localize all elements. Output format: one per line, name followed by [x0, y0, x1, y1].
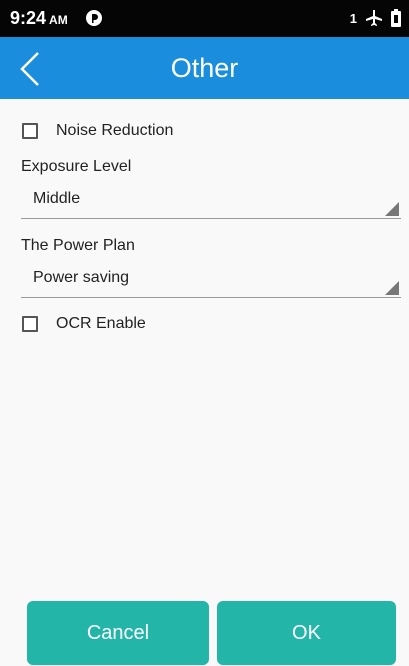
- notification-icon: [86, 10, 102, 26]
- dropdown-arrow-icon: [385, 281, 399, 295]
- ocr-enable-label: OCR Enable: [56, 315, 146, 332]
- noise-reduction-checkbox[interactable]: [22, 123, 38, 139]
- power-plan-value: Power saving: [33, 269, 130, 286]
- noise-reduction-checkbox-row[interactable]: Noise Reduction: [22, 118, 173, 144]
- dropdown-arrow-icon: [385, 202, 399, 216]
- airplane-icon: [366, 10, 382, 26]
- sim-slot-indicator: 1: [349, 10, 357, 26]
- exposure-level-dropdown[interactable]: Middle: [21, 182, 401, 219]
- noise-reduction-label: Noise Reduction: [56, 122, 174, 139]
- time-text: 9:24: [10, 8, 47, 28]
- app-bar: Other: [0, 37, 409, 99]
- status-bar: 9:24 AM 1: [0, 0, 409, 37]
- status-icons: 1: [350, 9, 401, 27]
- ocr-enable-checkbox-row[interactable]: OCR Enable: [22, 311, 146, 337]
- power-plan-label: The Power Plan: [21, 237, 135, 254]
- ampm-text: AM: [49, 13, 68, 27]
- page-title: Other: [170, 53, 239, 83]
- power-plan-dropdown[interactable]: Power saving: [21, 261, 401, 298]
- exposure-level-value: Middle: [33, 190, 81, 207]
- ocr-enable-checkbox[interactable]: [22, 316, 38, 332]
- status-time: 9:24 AM: [10, 8, 68, 29]
- cancel-button[interactable]: Cancel: [27, 601, 209, 665]
- battery-icon: [391, 9, 401, 27]
- ok-button[interactable]: OK: [217, 601, 396, 665]
- exposure-level-label: Exposure Level: [21, 158, 132, 175]
